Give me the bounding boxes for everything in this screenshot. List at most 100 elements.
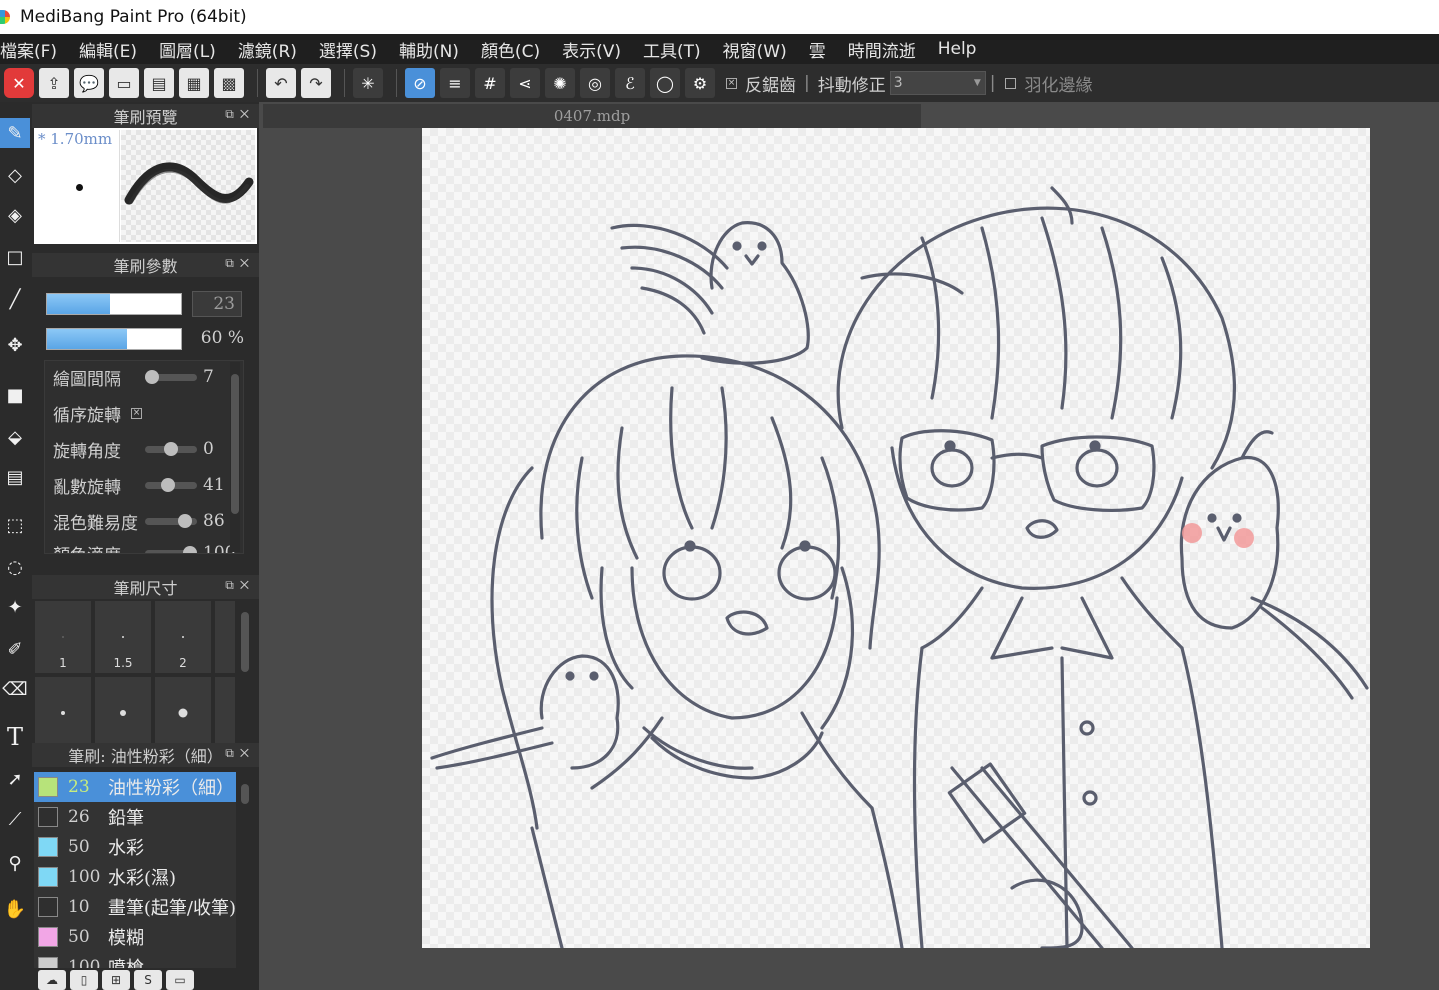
text-tool[interactable]: T <box>0 722 30 752</box>
snap-settings-button[interactable]: ⚙ <box>685 68 715 98</box>
concentric-snap-button[interactable]: ◎ <box>580 68 610 98</box>
menu-timelapse[interactable]: 時間流逝 <box>837 37 927 62</box>
share-button[interactable]: ⇪ <box>39 68 69 98</box>
param-slider[interactable] <box>145 477 197 492</box>
antialias-checkbox[interactable]: × <box>726 77 737 89</box>
brush-item[interactable]: 10 畫筆(起筆/收筆) <box>34 892 236 922</box>
menu-view[interactable]: 表示(V) <box>551 37 632 62</box>
brush-item[interactable]: 26 鉛筆 <box>34 802 236 832</box>
size-cell[interactable] <box>154 676 212 750</box>
slider-knob[interactable] <box>145 369 159 384</box>
lasso-tool[interactable]: ◌ <box>0 552 30 582</box>
menu-file[interactable]: 檔案(F) <box>0 37 68 62</box>
size-cell[interactable] <box>94 676 152 750</box>
slider-knob[interactable] <box>183 545 197 553</box>
sequential-rotation-checkbox[interactable]: × <box>131 407 142 419</box>
panel-button[interactable]: ▩ <box>214 68 244 98</box>
menu-cloud[interactable]: 雲 <box>798 37 837 62</box>
slider-knob[interactable] <box>160 477 175 492</box>
line-tool[interactable]: ╱ <box>0 284 30 314</box>
magic-wand-tool[interactable]: ✦ <box>0 592 30 622</box>
brush-list-scrollbar[interactable] <box>240 772 250 966</box>
circle-snap-button[interactable]: ◯ <box>650 68 680 98</box>
param-slider[interactable] <box>145 369 197 384</box>
brush-item[interactable]: 23 油性粉彩（細） <box>34 772 236 802</box>
grid-snap-button[interactable]: # <box>475 68 505 98</box>
divide-tool[interactable]: ⟋ <box>0 804 30 834</box>
menu-color[interactable]: 顏色(C) <box>470 37 551 62</box>
panel-controls[interactable]: ⧉✕ <box>225 746 255 761</box>
brush-item[interactable]: 100 水彩(濕) <box>34 862 236 892</box>
scroll-thumb[interactable] <box>231 374 239 514</box>
parallel-snap-button[interactable]: ≡ <box>440 68 470 98</box>
menu-select[interactable]: 選擇(S) <box>308 37 388 62</box>
curve-snap-button[interactable]: ℰ <box>615 68 645 98</box>
menu-help[interactable]: Help <box>927 39 988 59</box>
scroll-thumb[interactable] <box>241 784 249 804</box>
menu-edit[interactable]: 編輯(E) <box>68 37 148 62</box>
feather-checkbox[interactable] <box>1005 77 1017 89</box>
hand-tool[interactable]: ✋ <box>0 894 30 924</box>
bucket-tool[interactable]: ⬙ <box>0 422 30 452</box>
size-scrollbar[interactable] <box>240 600 250 740</box>
eyedropper-tool[interactable]: ⚲ <box>0 848 30 878</box>
scroll-thumb[interactable] <box>241 612 249 672</box>
menu-snap[interactable]: 輔助(N) <box>388 37 470 62</box>
select-eraser-tool[interactable]: ⌫ <box>0 674 30 704</box>
brush-size-input[interactable]: 23 <box>192 291 242 317</box>
move-tool[interactable]: ✥ <box>0 330 30 360</box>
close-doc-button[interactable]: ✕ <box>4 68 34 98</box>
drawing-canvas[interactable] <box>422 128 1370 948</box>
size-cell[interactable] <box>214 676 236 750</box>
menu-filter[interactable]: 濾鏡(R) <box>227 37 308 62</box>
cloud-brush-button[interactable]: ☁ <box>38 970 66 990</box>
undo-button[interactable]: ↶ <box>266 68 296 98</box>
folder-button[interactable]: ▭ <box>166 970 194 990</box>
size-cell[interactable] <box>214 600 236 674</box>
menu-layer[interactable]: 圖層(L) <box>148 37 227 62</box>
brush-tool[interactable]: ✎ <box>0 118 30 148</box>
param-slider[interactable] <box>145 513 197 528</box>
brush-item[interactable]: 50 模糊 <box>34 922 236 952</box>
brush-size-slider[interactable] <box>46 293 182 315</box>
shape-tool[interactable]: □ <box>0 242 30 272</box>
operation-tool[interactable]: ➚ <box>0 764 30 794</box>
brush-item[interactable]: 50 水彩 <box>34 832 236 862</box>
param-slider[interactable] <box>145 545 197 553</box>
panel-controls[interactable]: ⧉✕ <box>225 578 255 593</box>
opacity-slider[interactable] <box>46 328 182 350</box>
param-slider[interactable] <box>145 441 197 456</box>
fill-rect-tool[interactable]: ■ <box>0 380 30 410</box>
document-tab[interactable]: 0407.mdp <box>263 104 921 128</box>
comment-button[interactable]: 💬 <box>74 68 104 98</box>
layout-button[interactable]: ▦ <box>179 68 209 98</box>
gradient-tool[interactable]: ▤ <box>0 462 30 492</box>
brush-item[interactable]: 100 噴槍 <box>34 952 236 968</box>
radial-snap-button[interactable]: ✺ <box>545 68 575 98</box>
size-cell[interactable] <box>34 676 92 750</box>
menu-window[interactable]: 視窗(W) <box>712 37 798 62</box>
deselect-button[interactable]: ✳ <box>353 68 383 98</box>
slider-knob[interactable] <box>164 441 178 456</box>
params-scrollbar[interactable] <box>230 362 240 552</box>
eraser-tool[interactable]: ◇ <box>0 160 30 190</box>
snap-off-button[interactable]: ⊘ <box>405 68 435 98</box>
size-cell[interactable]: 1 <box>34 600 92 674</box>
stabilizer-select[interactable]: 3 ▼ <box>889 71 986 95</box>
script-brush-button[interactable]: S <box>134 970 162 990</box>
size-cell[interactable]: 1.5 <box>94 600 152 674</box>
page-button[interactable]: ▤ <box>144 68 174 98</box>
menu-tool[interactable]: 工具(T) <box>632 37 712 62</box>
new-brush-button[interactable]: ▯ <box>70 970 98 990</box>
perspective-snap-button[interactable]: ⋖ <box>510 68 540 98</box>
select-pen-tool[interactable]: ✐ <box>0 634 30 664</box>
add-brush-button[interactable]: ⊞ <box>102 970 130 990</box>
panel-controls[interactable]: ⧉✕ <box>225 107 255 122</box>
panel-controls[interactable]: ⧉✕ <box>225 256 255 271</box>
slider-knob[interactable] <box>177 513 192 528</box>
redo-button[interactable]: ↷ <box>301 68 331 98</box>
message-button[interactable]: ▭ <box>109 68 139 98</box>
size-cell[interactable]: 2 <box>154 600 212 674</box>
select-rect-tool[interactable]: ⬚ <box>0 510 30 540</box>
layer-eraser-tool[interactable]: ◈ <box>0 200 30 230</box>
